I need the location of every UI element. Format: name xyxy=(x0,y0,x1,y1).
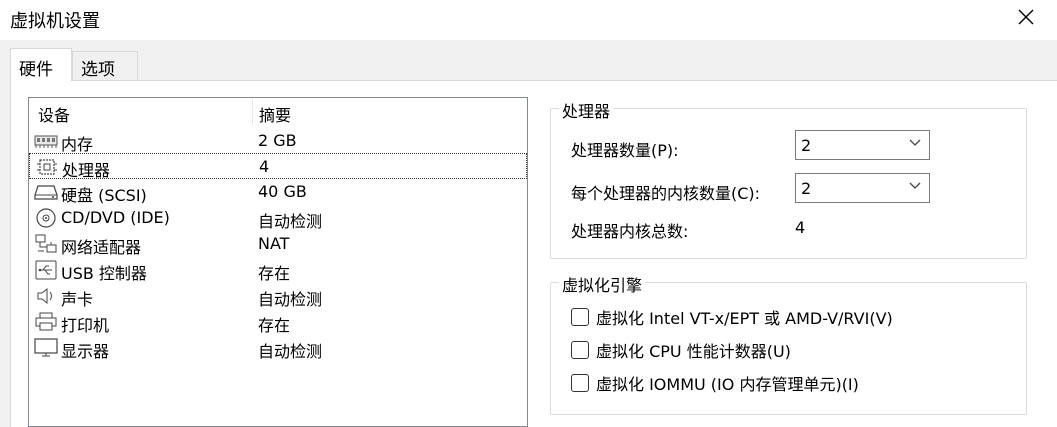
virtualization-group: 虚拟化引擎 虚拟化 Intel VT-x/EPT 或 AMD-V/RVI(V) … xyxy=(550,272,1027,415)
virtualize-cpu-counters-checkbox[interactable] xyxy=(571,341,589,359)
window-title: 虚拟机设置 xyxy=(10,11,100,32)
processor-count-value: 2 xyxy=(801,136,812,155)
tab-options[interactable]: 选项 xyxy=(72,51,138,80)
device-row-cdrom[interactable]: CD/DVD (IDE) 自动检测 xyxy=(29,205,527,231)
device-row-harddisk[interactable]: 硬盘 (SCSI) 40 GB xyxy=(29,179,527,205)
device-summary: 2 GB xyxy=(258,131,297,150)
device-summary: 40 GB xyxy=(258,182,307,201)
device-name: 声卡 xyxy=(61,290,94,309)
list-header: 设备 摘要 xyxy=(29,98,527,126)
device-row-printer[interactable]: 打印机 存在 xyxy=(29,309,527,335)
virtualize-vtx-checkbox[interactable] xyxy=(571,308,589,326)
processor-count-select[interactable]: 2 xyxy=(795,130,930,160)
virtualization-group-title: 虚拟化引擎 xyxy=(559,272,646,296)
cdrom-icon xyxy=(36,208,56,228)
cores-per-processor-label: 每个处理器的内核数量(C): xyxy=(571,184,761,203)
device-name: 内存 xyxy=(61,135,94,154)
device-row-sound[interactable]: 声卡 自动检测 xyxy=(29,283,527,309)
column-divider[interactable] xyxy=(252,100,253,124)
cores-per-processor-select[interactable]: 2 xyxy=(795,173,930,203)
virtualize-iommu-checkbox[interactable] xyxy=(571,374,589,392)
harddisk-icon xyxy=(34,185,58,200)
chevron-down-icon xyxy=(909,139,921,146)
device-row-usb[interactable]: USB 控制器 存在 xyxy=(29,257,527,283)
device-row-display[interactable]: 显示器 自动检测 xyxy=(29,335,527,361)
device-summary: 自动检测 xyxy=(258,212,323,231)
device-row-network[interactable]: 网络适配器 NAT xyxy=(29,231,527,257)
network-icon xyxy=(35,234,57,253)
chevron-down-icon xyxy=(909,182,921,189)
close-button[interactable] xyxy=(1003,0,1049,34)
processor-group-title: 处理器 xyxy=(559,98,614,122)
tab-hardware[interactable]: 硬件 xyxy=(10,48,72,81)
virtualize-vtx-option[interactable]: 虚拟化 Intel VT-x/EPT 或 AMD-V/RVI(V) xyxy=(571,305,893,329)
processor-count-label: 处理器数量(P): xyxy=(571,141,679,160)
device-summary: 自动检测 xyxy=(258,290,323,309)
device-summary: 存在 xyxy=(258,316,291,335)
processor-group: 处理器 处理器数量(P): 2 每个处理器的内核数量(C): 2 处理器内核总数… xyxy=(550,98,1027,259)
device-list[interactable]: 设备 摘要 内存 2 GB 处理器 4 硬盘 (SCSI) 40 GB CD/D… xyxy=(28,97,528,427)
device-summary: 4 xyxy=(259,157,270,176)
processor-icon xyxy=(37,159,57,175)
cores-per-processor-value: 2 xyxy=(801,179,812,198)
total-cores-label: 处理器内核总数: xyxy=(571,222,689,241)
device-name: 打印机 xyxy=(61,316,110,335)
device-name: 显示器 xyxy=(61,342,110,361)
device-name: 处理器 xyxy=(62,161,111,180)
display-icon xyxy=(34,338,58,357)
printer-icon xyxy=(35,312,57,331)
total-cores-value: 4 xyxy=(795,218,806,237)
device-name: USB 控制器 xyxy=(61,264,147,283)
device-row-processor[interactable]: 处理器 4 xyxy=(29,153,527,180)
title-bar: 虚拟机设置 xyxy=(0,0,1057,40)
virtualize-iommu-label[interactable]: 虚拟化 IOMMU (IO 内存管理单元)(I) xyxy=(596,375,859,394)
sound-icon xyxy=(37,287,52,305)
close-icon xyxy=(1018,9,1034,25)
virtualize-cpu-counters-label[interactable]: 虚拟化 CPU 性能计数器(U) xyxy=(596,342,791,361)
device-name: 硬盘 (SCSI) xyxy=(61,186,147,205)
virtualize-vtx-label[interactable]: 虚拟化 Intel VT-x/EPT 或 AMD-V/RVI(V) xyxy=(596,309,893,328)
virtualize-cpu-counters-option[interactable]: 虚拟化 CPU 性能计数器(U) xyxy=(571,338,791,362)
memory-icon xyxy=(34,135,58,148)
device-name: CD/DVD (IDE) xyxy=(61,208,170,227)
column-header-summary[interactable]: 摘要 xyxy=(259,102,291,126)
device-summary: 自动检测 xyxy=(258,342,323,361)
virtualize-iommu-option[interactable]: 虚拟化 IOMMU (IO 内存管理单元)(I) xyxy=(571,371,859,395)
usb-icon xyxy=(35,260,57,280)
device-summary: NAT xyxy=(258,234,290,253)
column-header-device[interactable]: 设备 xyxy=(38,102,70,126)
device-name: 网络适配器 xyxy=(61,238,142,257)
device-row-memory[interactable]: 内存 2 GB xyxy=(29,128,527,154)
device-summary: 存在 xyxy=(258,264,291,283)
